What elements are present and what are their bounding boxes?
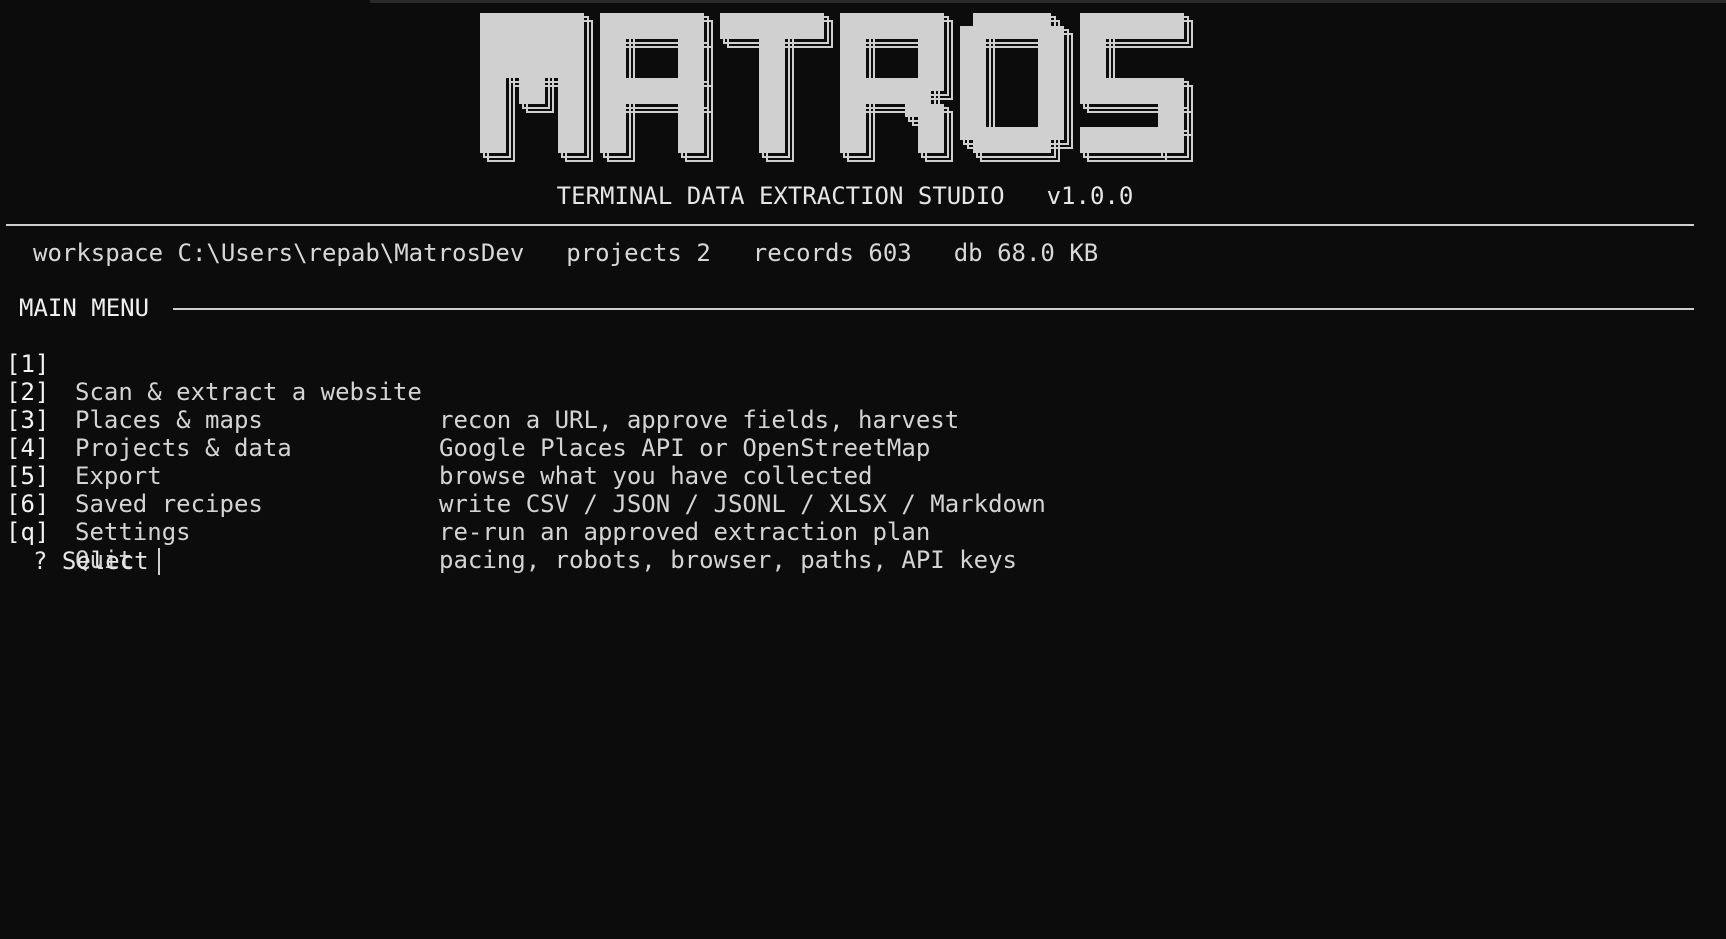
logo-letter-o — [1038, 26, 1064, 140]
menu-label: Saved recipes — [75, 490, 263, 518]
menu-label: Settings — [75, 518, 191, 546]
menu-item-export[interactable]: [4] Export write CSV / JSON / JSONL / XL… — [6, 406, 1046, 518]
records-count: records 603 — [752, 239, 912, 267]
menu-item-quit[interactable]: [q] Quit — [6, 490, 133, 574]
main-menu-title: MAIN MENU — [19, 294, 150, 322]
menu-description: browse what you have collected — [439, 462, 873, 490]
logo-letter-o — [973, 127, 1051, 153]
window-top-border — [370, 0, 1726, 3]
menu-item-scan[interactable]: [1] Scan & extract a website recon a URL… — [6, 322, 959, 434]
projects-count: projects 2 — [566, 239, 711, 267]
menu-item-projects[interactable]: [3] Projects & data browse what you have… — [6, 378, 872, 490]
menu-description: recon a URL, approve fields, harvest — [439, 406, 960, 434]
main-menu: [1] Scan & extract a website recon a URL… — [6, 322, 1046, 574]
app-subtitle-text: TERMINAL DATA EXTRACTION STUDIO — [556, 182, 1005, 210]
logo-letter-a — [600, 78, 704, 104]
menu-description: re-run an approved extraction plan — [439, 518, 931, 546]
db-size: db 68.0 KB — [953, 239, 1099, 267]
app-version: v1.0.0 — [1046, 182, 1134, 210]
menu-label: Scan & extract a website — [75, 378, 422, 406]
logo-letter-t — [759, 13, 785, 153]
menu-label: Projects & data — [75, 434, 292, 462]
menu-key: [q] — [6, 518, 50, 546]
logo-letter-r — [840, 13, 931, 39]
logo-letter-s — [1080, 127, 1184, 153]
menu-label: Places & maps — [75, 406, 263, 434]
window-top-edge — [0, 0, 370, 3]
logo-letter-m — [519, 65, 545, 104]
select-prompt[interactable]: ? Select — [33, 546, 149, 576]
menu-label: Export — [75, 462, 162, 490]
logo-letter-r — [918, 104, 944, 153]
menu-description: Google Places API or OpenStreetMap — [439, 434, 931, 462]
header-divider — [6, 224, 1694, 226]
logo-letter-o — [960, 26, 986, 140]
menu-description: write CSV / JSON / JSONL / XLSX / Markdo… — [439, 490, 1046, 518]
menu-item-places[interactable]: [2] Places & maps Google Places API or O… — [6, 350, 930, 462]
workspace-path: workspace C:\Users\repab\MatrosDev — [33, 239, 525, 267]
status-line: workspace C:\Users\repab\MatrosDev projec… — [33, 238, 1098, 268]
matros-logo: MATROS — [480, 13, 1193, 162]
app-subtitle: TERMINAL DATA EXTRACTION STUDIO v1.0.0 — [0, 181, 1690, 211]
text-cursor — [158, 548, 160, 575]
logo-letter-o — [973, 13, 1051, 39]
menu-description: pacing, robots, browser, paths, API keys — [439, 546, 1017, 574]
menu-item-settings[interactable]: [6] Settings pacing, robots, browser, pa… — [6, 462, 1017, 574]
menu-item-recipes[interactable]: [5] Saved recipes re-run an approved ext… — [6, 434, 930, 546]
logo-letter-m — [558, 13, 584, 153]
menu-divider — [173, 308, 1694, 310]
logo-letter-m — [480, 13, 506, 153]
logo-letter-a — [600, 13, 704, 39]
